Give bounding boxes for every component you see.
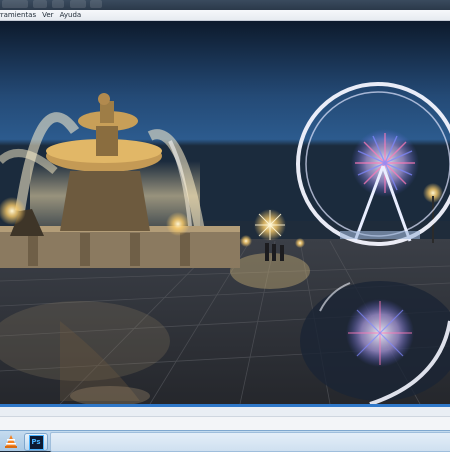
taskbar: Ps <box>0 430 450 452</box>
menu-bar: rramientas Ver Ayuda <box>0 10 450 21</box>
vlc-cone-icon <box>5 434 17 448</box>
displayed-photo <box>0 21 450 404</box>
menu-ver[interactable]: Ver <box>39 10 56 20</box>
status-bar <box>0 416 450 431</box>
taskbar-photoshop-button[interactable]: Ps <box>24 433 48 451</box>
photoshop-icon: Ps <box>28 434 44 450</box>
taskbar-active-window[interactable] <box>50 432 450 452</box>
menu-herramientas[interactable]: rramientas <box>0 10 39 20</box>
taskbar-vlc-button[interactable] <box>0 433 22 449</box>
image-viewport[interactable] <box>0 21 450 404</box>
menu-ayuda[interactable]: Ayuda <box>57 10 85 20</box>
window-title-strip <box>0 0 450 10</box>
